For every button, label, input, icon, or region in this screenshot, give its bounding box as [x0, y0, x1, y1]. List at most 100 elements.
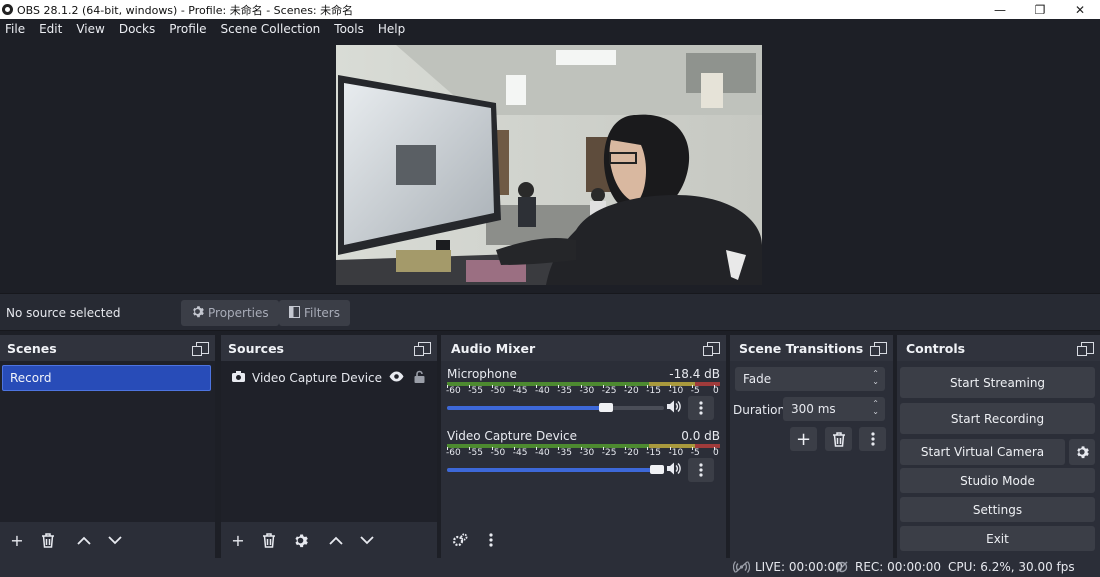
exit-button[interactable]: Exit: [900, 526, 1095, 551]
menu-help[interactable]: Help: [373, 22, 412, 36]
meter-tick: -35: [557, 447, 572, 458]
menu-scene-collection[interactable]: Scene Collection: [216, 22, 328, 36]
meter-tick: -20: [624, 385, 639, 396]
controls-title: Controls: [906, 340, 966, 356]
meter-tick: -55: [468, 447, 483, 458]
duration-input[interactable]: 300 ms ⌃ ⌄: [783, 397, 885, 421]
sources-dock: Sources Video Capture Device +: [221, 335, 437, 558]
channel-name: Microphone: [447, 367, 517, 381]
meter-tick: -30: [579, 447, 595, 458]
kebab-icon: [699, 463, 703, 477]
scene-transitions-body: Fade ⌃ ⌄ Duration 300 ms ⌃ ⌄ +: [730, 361, 893, 558]
meter-tick: -15: [646, 385, 661, 396]
settings-button[interactable]: Settings: [900, 497, 1095, 522]
meter-ticks: -60 -55 -50 -45 -40 -35 -30 -25 -20 -15 -10 -5 0: [446, 385, 720, 400]
menu-docks[interactable]: Docks: [114, 22, 162, 36]
source-item-video-capture[interactable]: Video Capture Device: [221, 365, 437, 391]
meter-tick: -50: [490, 385, 506, 396]
source-properties-button[interactable]: [287, 527, 313, 553]
undock-icon[interactable]: [414, 342, 431, 356]
undock-icon[interactable]: [1077, 342, 1094, 356]
live-signal-icon: [733, 561, 750, 573]
scene-item-record[interactable]: Record: [2, 365, 211, 391]
move-scene-down-button[interactable]: [102, 527, 128, 553]
filters-button[interactable]: Filters: [279, 300, 350, 326]
move-source-down-button[interactable]: [354, 527, 380, 553]
volume-slider[interactable]: [447, 403, 664, 412]
move-scene-up-button[interactable]: [71, 527, 97, 553]
video-preview[interactable]: [336, 45, 762, 285]
speaker-icon[interactable]: [667, 400, 682, 416]
undock-icon[interactable]: [192, 342, 209, 356]
chevron-up-icon: [77, 536, 91, 545]
audio-mixer-title: Audio Mixer: [451, 340, 536, 356]
stepper-icon[interactable]: ⌃ ⌄: [872, 400, 879, 416]
restore-button[interactable]: ❐: [1020, 0, 1060, 19]
meter-tick: -30: [579, 385, 595, 396]
remove-transition-button[interactable]: [825, 427, 852, 451]
plus-icon: +: [231, 530, 245, 550]
meter-tick: 0: [713, 447, 719, 458]
add-source-button[interactable]: +: [225, 527, 251, 553]
mixer-channel-video-capture: Video Capture Device 0.0 dB -60 -55 -50 -45…: [446, 429, 720, 491]
menu-view[interactable]: View: [71, 22, 111, 36]
slider-knob[interactable]: [599, 403, 614, 412]
undock-icon[interactable]: [703, 342, 720, 356]
advanced-audio-button[interactable]: [447, 527, 473, 553]
channel-level: -18.4 dB: [669, 367, 720, 381]
remove-source-button[interactable]: [256, 527, 282, 553]
channel-menu-button[interactable]: [688, 458, 714, 482]
speaker-icon[interactable]: [667, 462, 682, 478]
menu-file[interactable]: File: [0, 22, 32, 36]
meter-tick: -20: [624, 447, 639, 458]
rec-status: REC: 00:00:00: [836, 560, 941, 574]
minimize-button[interactable]: —: [980, 0, 1020, 19]
controls-header: Controls: [897, 335, 1100, 361]
close-button[interactable]: ✕: [1060, 0, 1100, 19]
updown-icon: ⌃ ⌄: [872, 369, 879, 386]
sources-header: Sources: [221, 335, 437, 361]
gear-icon: [1077, 446, 1089, 459]
menu-edit[interactable]: Edit: [34, 22, 69, 36]
eye-icon[interactable]: [389, 371, 404, 385]
audio-mixer-dock: Audio Mixer Microphone -18.4 dB -60 -55 -5…: [441, 335, 726, 558]
scenes-title: Scenes: [7, 340, 57, 356]
channel-level: 0.0 dB: [681, 429, 720, 443]
start-streaming-button[interactable]: Start Streaming: [900, 367, 1095, 398]
mixer-channel-microphone: Microphone -18.4 dB -60 -55 -50 -45 -40 -35 -3…: [446, 367, 720, 429]
mixer-menu-button[interactable]: [478, 527, 504, 553]
virtual-camera-settings-button[interactable]: [1069, 439, 1095, 465]
add-transition-button[interactable]: +: [790, 427, 817, 451]
scene-transitions-header: Scene Transitions: [730, 335, 893, 361]
properties-button[interactable]: Properties: [181, 300, 279, 326]
obs-logo-icon: [2, 4, 13, 15]
lock-icon[interactable]: [414, 370, 425, 386]
live-time: LIVE: 00:00:00: [755, 560, 843, 574]
add-scene-button[interactable]: +: [4, 527, 30, 553]
transition-properties-button[interactable]: [859, 427, 886, 451]
plus-icon: +: [795, 428, 812, 450]
chevron-down-icon: [108, 535, 122, 544]
meter-tick: -50: [490, 447, 506, 458]
channel-name: Video Capture Device: [447, 429, 578, 443]
studio-mode-button[interactable]: Studio Mode: [900, 468, 1095, 493]
sources-footer: +: [221, 522, 437, 558]
window-titlebar: OBS 28.1.2 (64-bit, windows) - Profile: …: [0, 0, 1100, 19]
scenes-header: Scenes: [0, 335, 215, 361]
start-recording-button[interactable]: Start Recording: [900, 403, 1095, 434]
controls-body: Start Streaming Start Recording Start Vi…: [897, 361, 1100, 558]
preview-area: [0, 39, 1100, 291]
live-status: LIVE: 00:00:00: [733, 560, 843, 574]
menu-profile[interactable]: Profile: [164, 22, 213, 36]
slider-knob[interactable]: [650, 465, 664, 474]
transition-select[interactable]: Fade ⌃ ⌄: [735, 367, 885, 391]
start-virtual-camera-button[interactable]: Start Virtual Camera: [900, 439, 1065, 465]
channel-menu-button[interactable]: [688, 396, 714, 420]
move-source-up-button[interactable]: [323, 527, 349, 553]
scene-transitions-title: Scene Transitions: [739, 340, 864, 356]
undock-icon[interactable]: [870, 342, 887, 356]
remove-scene-button[interactable]: [35, 527, 61, 553]
volume-slider[interactable]: [447, 465, 664, 474]
menu-tools[interactable]: Tools: [329, 22, 371, 36]
rec-icon: [836, 561, 848, 573]
